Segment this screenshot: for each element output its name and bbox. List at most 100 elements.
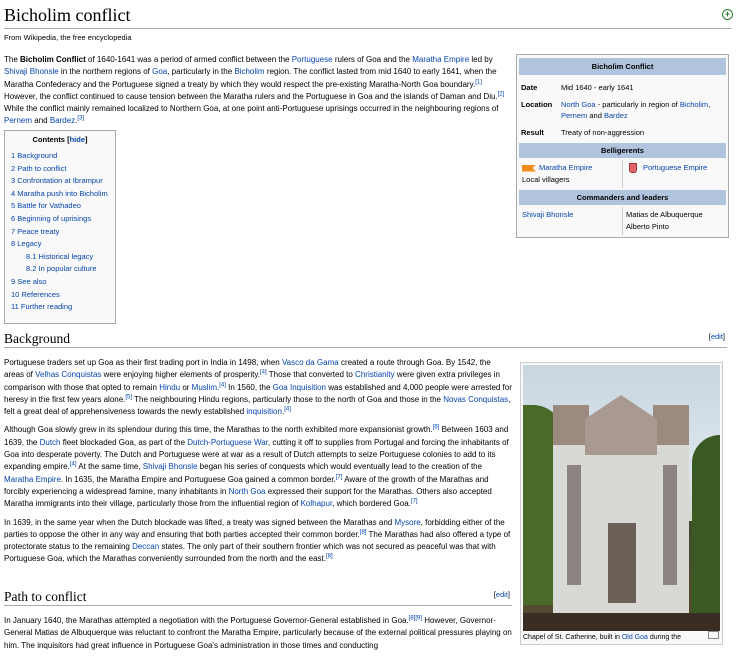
infobox-location-label: Location: [521, 100, 553, 109]
toc-link[interactable]: 7 Peace treaty: [11, 227, 59, 236]
ref-3[interactable]: [3]: [77, 116, 84, 122]
link-maratha-empire-2[interactable]: Maratha Empire: [539, 163, 592, 172]
ref-4a[interactable]: [4]: [260, 370, 267, 376]
toc-link[interactable]: 8.1 Historical legacy: [26, 252, 93, 261]
link-kolhapur[interactable]: Kolhapur: [301, 499, 333, 508]
section-path-to-conflict: Path to conflict [edit] In January 1640, …: [4, 588, 512, 658]
link-inquisition[interactable]: inquisition: [246, 407, 282, 416]
toc-number: 10: [11, 289, 20, 299]
infobox-commanders: Shivaji Bhonsle Matias de Albuquerque Alb…: [519, 207, 726, 235]
thumbnail-caption: Chapel of St. Catherine, built in Old Go…: [523, 634, 682, 641]
toc-item[interactable]: 11 Further reading: [11, 301, 109, 314]
link-bardez[interactable]: Bardez: [50, 116, 75, 125]
belligerent-local-villagers: Local villagers: [522, 175, 570, 184]
toc-link[interactable]: 1 Background: [11, 151, 57, 160]
chapel-photo[interactable]: [523, 365, 720, 631]
toc-hide-link[interactable]: hide: [70, 135, 85, 144]
link-novas-conquistas[interactable]: Novas Conquistas: [443, 395, 508, 404]
link-christianity[interactable]: Christianity: [355, 370, 395, 379]
infobox-date-label: Date: [521, 83, 538, 92]
link-shivaji-2[interactable]: Shivaji Bhonsle: [522, 210, 573, 219]
toc-link[interactable]: 5 Battle for Vathadeo: [11, 201, 81, 210]
link-goa-inquisition[interactable]: Goa Inquisition: [273, 383, 326, 392]
link-bicholim-2[interactable]: Bicholim: [680, 100, 708, 109]
ref-8b[interactable]: [8]: [326, 554, 333, 560]
edit-background-link[interactable]: edit: [711, 332, 723, 341]
toc-item[interactable]: 1 Background: [11, 150, 109, 163]
toc-label: Background: [17, 151, 58, 160]
link-dutch[interactable]: Dutch: [40, 438, 61, 447]
ref-4d[interactable]: [4]: [70, 462, 77, 468]
toc-label: Maratha push into Bicholim: [17, 188, 108, 198]
toc-item[interactable]: 4 Maratha push into Bicholim: [11, 188, 109, 201]
infobox: Bicholim Conflict Date Mid 1640 - early 1…: [516, 54, 729, 238]
link-shivaji-3[interactable]: Shivaji Bhonsle: [143, 462, 198, 471]
toc-item[interactable]: 7 Peace treaty: [11, 226, 109, 239]
toc-label: See also: [17, 276, 47, 286]
link-pernem-2[interactable]: Pernem: [561, 111, 587, 120]
link-muslim[interactable]: Muslim: [192, 383, 217, 392]
toc-link[interactable]: 8 Legacy: [11, 239, 41, 248]
link-vasco-da-gama[interactable]: Vasco da Gama: [282, 358, 339, 367]
link-bardez-2[interactable]: Bardez: [604, 111, 628, 120]
link-maratha-empire[interactable]: Maratha Empire: [412, 55, 469, 64]
infobox-result-value: Treaty of non-aggression: [561, 128, 645, 137]
link-bicholim[interactable]: Bicholim: [234, 67, 264, 76]
toc-item[interactable]: 10 References: [11, 289, 109, 302]
toc-link[interactable]: 2 Path to conflict: [11, 164, 66, 173]
toc-link[interactable]: 9 See also: [11, 277, 46, 286]
link-deccan[interactable]: Deccan: [132, 542, 159, 551]
toc-link[interactable]: 10 References: [11, 290, 60, 299]
commander-alberto: Alberto Pinto: [626, 222, 669, 231]
link-maratha-empire-3[interactable]: Maratha Empire: [4, 475, 61, 484]
toc-number: 2: [11, 163, 16, 173]
link-portuguese[interactable]: Portuguese: [292, 55, 333, 64]
ref-1[interactable]: [1]: [475, 79, 482, 85]
toc-number: 7: [11, 226, 16, 236]
page-title: Bicholim conflict: [4, 0, 731, 29]
toc-number: 6: [11, 213, 16, 223]
link-goa[interactable]: Goa: [152, 67, 167, 76]
link-velhas-conquistas[interactable]: Velhas Conquistas: [35, 370, 101, 379]
ref-2[interactable]: [2]: [498, 91, 505, 97]
expand-icon[interactable]: +: [722, 9, 733, 20]
ref-7b[interactable]: [7]: [411, 499, 418, 505]
link-north-goa-2[interactable]: North Goa: [229, 487, 266, 496]
commander-matias: Matias de Albuquerque: [626, 210, 703, 219]
toc-number: 1: [11, 151, 16, 160]
toc-item[interactable]: 8.1 Historical legacy: [11, 251, 109, 264]
toc-link[interactable]: 11 Further reading: [11, 302, 72, 311]
chapel-thumbnail[interactable]: Chapel of St. Catherine, built in Old Go…: [520, 362, 723, 645]
maratha-flag-icon: [522, 164, 536, 172]
background-paragraph-2: Although Goa slowly grew in its splendou…: [4, 424, 509, 509]
toc-link[interactable]: 6 Beginning of uprisings: [11, 214, 91, 223]
toc-number: 9: [11, 276, 16, 286]
edit-path-link[interactable]: edit: [496, 590, 508, 599]
link-shivaji[interactable]: Shivaji Bhonsle: [4, 67, 59, 76]
infobox-location-value: North Goa - particularly in region of Bi…: [561, 100, 711, 120]
ref-4b[interactable]: [4]: [219, 382, 226, 388]
link-portuguese-empire[interactable]: Portuguese Empire: [643, 163, 707, 172]
toc-item[interactable]: 3 Confrontation at Ibrampur: [11, 175, 109, 188]
toc-item[interactable]: 2 Path to conflict: [11, 163, 109, 176]
toc-item[interactable]: 5 Battle for Vathadeo: [11, 200, 109, 213]
link-old-goa[interactable]: Old Goa: [622, 634, 648, 641]
background-paragraph-1: Portuguese traders set up Goa as their f…: [4, 358, 512, 417]
toc-item[interactable]: 8.2 In popular culture: [11, 263, 109, 276]
toc-item[interactable]: 6 Beginning of uprisings: [11, 213, 109, 226]
toc-link[interactable]: 3 Confrontation at Ibrampur: [11, 176, 103, 185]
toc-label: Beginning of uprisings: [17, 213, 92, 223]
link-mysore[interactable]: Mysore: [394, 518, 420, 527]
toc-item[interactable]: 8 Legacy: [11, 238, 109, 251]
link-north-goa[interactable]: North Goa: [561, 100, 596, 109]
toc-item[interactable]: 9 See also: [11, 276, 109, 289]
link-dutch-portuguese-war[interactable]: Dutch-Portuguese War: [187, 438, 268, 447]
toc-link[interactable]: 8.2 In popular culture: [26, 264, 96, 273]
portuguese-flag-icon: [629, 163, 637, 174]
ref-4c[interactable]: [4]: [284, 407, 291, 413]
link-pernem[interactable]: Pernem: [4, 116, 32, 125]
magnify-icon[interactable]: [708, 631, 719, 639]
link-hindu[interactable]: Hindu: [159, 383, 180, 392]
ref-8-9[interactable]: [8][9]: [409, 615, 422, 621]
toc-link[interactable]: 4 Maratha push into Bicholim: [11, 189, 108, 198]
